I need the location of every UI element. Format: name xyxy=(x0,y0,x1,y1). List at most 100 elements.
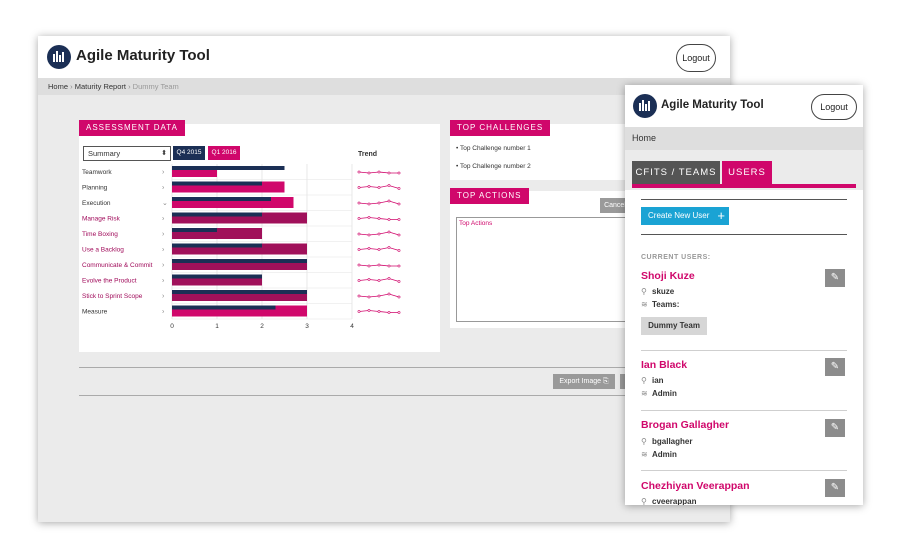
expand-chevron-icon[interactable]: › xyxy=(162,278,165,285)
trend-point xyxy=(367,264,371,268)
row-label[interactable]: Execution xyxy=(82,200,111,207)
bar-q4-2015 xyxy=(172,305,276,310)
row-label[interactable]: Time Boxing xyxy=(82,231,118,238)
expand-chevron-icon[interactable]: › xyxy=(162,231,165,238)
trend-point xyxy=(377,294,381,298)
row-label[interactable]: Evolve the Product xyxy=(82,278,137,285)
user-icon: ⚲ xyxy=(641,287,647,296)
expand-chevron-icon[interactable]: › xyxy=(162,293,165,300)
create-new-user-button[interactable]: Create New User + xyxy=(641,207,729,225)
trend-point xyxy=(397,311,401,314)
expand-chevron-icon[interactable]: › xyxy=(162,169,165,176)
user-role: ≋ Admin xyxy=(641,389,677,398)
bar-q4-2015 xyxy=(172,243,262,248)
row-label[interactable]: Communicate & Commit xyxy=(82,262,153,269)
trend-point xyxy=(397,202,401,206)
app-header: Agile Maturity Tool Logout xyxy=(38,36,730,78)
trend-point xyxy=(357,232,361,236)
trend-point xyxy=(367,295,371,299)
expand-chevron-icon[interactable]: › xyxy=(162,262,165,269)
top-actions-textarea[interactable]: Top Actions xyxy=(456,217,632,322)
trend-point xyxy=(367,233,371,237)
breadcrumb-report[interactable]: Maturity Report xyxy=(75,82,126,91)
trend-point xyxy=(397,295,401,299)
expand-chevron-icon[interactable]: › xyxy=(162,216,165,223)
logout-button[interactable]: Logout xyxy=(811,94,857,120)
trend-point xyxy=(367,309,371,312)
row-label[interactable]: Use a Backlog xyxy=(82,247,124,254)
user-login: ⚲ cveerappan xyxy=(641,497,697,505)
expand-chevron-icon[interactable]: ⌄ xyxy=(162,200,168,207)
trend-point xyxy=(357,186,361,189)
top-actions-text: Top Actions xyxy=(459,220,493,227)
divider xyxy=(79,367,719,368)
bar-q4-2015 xyxy=(172,228,217,232)
expand-chevron-icon[interactable]: › xyxy=(162,185,165,192)
user-name: Ian Black xyxy=(641,359,688,371)
trend-point xyxy=(397,218,401,221)
export-image-label: Export Image xyxy=(559,378,602,385)
expand-chevron-icon[interactable]: › xyxy=(162,247,165,254)
trend-point xyxy=(357,170,361,174)
team-badge[interactable]: Dummy Team xyxy=(641,317,707,335)
row-label[interactable]: Measure xyxy=(82,309,108,316)
user-name: Shoji Kuze xyxy=(641,270,695,282)
logout-button[interactable]: Logout xyxy=(676,44,716,72)
x-tick-label: 3 xyxy=(305,323,309,330)
trend-point xyxy=(397,280,401,283)
expand-chevron-icon[interactable]: › xyxy=(162,309,165,316)
trend-point xyxy=(387,264,391,268)
bar-q4-2015 xyxy=(172,197,271,201)
breadcrumb-home[interactable]: Home xyxy=(632,133,656,143)
export-image-button[interactable]: Export Image ⎘ xyxy=(553,374,615,389)
trend-point xyxy=(357,294,361,298)
row-label[interactable]: Planning xyxy=(82,185,108,192)
tab-cfits-teams[interactable]: CFITS / TEAMS xyxy=(632,161,720,184)
trend-point xyxy=(387,199,391,203)
app-title: Agile Maturity Tool xyxy=(76,47,210,64)
bar-q4-2015 xyxy=(172,274,262,279)
trend-point xyxy=(377,217,381,220)
export-icon: ⎘ xyxy=(602,378,609,385)
divider xyxy=(641,199,847,200)
bar-q4-2015 xyxy=(172,166,285,170)
assessment-chart: 0 1 2 3 4 Teamwork › Planning › Execution ⌄ Manage … xyxy=(82,164,401,330)
row-label[interactable]: Teamwork xyxy=(82,169,112,176)
layers-icon: ≋ xyxy=(641,389,648,398)
trend-point xyxy=(397,233,401,237)
current-users-label: CURRENT USERS: xyxy=(641,254,711,261)
bar-q4-2015 xyxy=(172,181,262,186)
tab-underline xyxy=(632,184,856,188)
trend-point xyxy=(387,230,391,234)
row-label[interactable]: Stick to Sprint Scope xyxy=(82,293,143,300)
trend-point xyxy=(377,170,381,174)
trend-point xyxy=(357,263,361,267)
row-label[interactable]: Manage Risk xyxy=(82,216,121,223)
tab-users[interactable]: USERS xyxy=(722,161,772,184)
top-actions-heading: TOP ACTIONS xyxy=(450,188,529,204)
user-icon: ⚲ xyxy=(641,437,647,446)
breadcrumb-home[interactable]: Home xyxy=(48,82,68,91)
user-icon: ⚲ xyxy=(641,497,647,505)
trend-point xyxy=(387,311,391,314)
trend-point xyxy=(387,246,391,249)
breadcrumb-separator: › xyxy=(70,82,73,91)
trend-point xyxy=(367,278,371,281)
user-role: ≋ Admin xyxy=(641,450,677,459)
trend-point xyxy=(397,264,401,268)
challenge-item: • Top Challenge number 2 xyxy=(456,163,531,170)
divider xyxy=(641,234,847,235)
trend-point xyxy=(387,184,391,187)
divider xyxy=(79,395,719,396)
x-tick-label: 2 xyxy=(260,323,264,330)
edit-user-button[interactable]: ✎ xyxy=(825,269,845,287)
edit-user-button[interactable]: ✎ xyxy=(825,358,845,376)
edit-user-button[interactable]: ✎ xyxy=(825,419,845,437)
trend-point xyxy=(367,171,371,175)
edit-user-button[interactable]: ✎ xyxy=(825,479,845,497)
divider xyxy=(641,410,847,411)
trend-point xyxy=(367,216,371,219)
users-window: Agile Maturity Tool Logout Home CFITS / … xyxy=(625,85,863,505)
top-challenges-heading: TOP CHALLENGES xyxy=(450,120,551,136)
trend-point xyxy=(377,186,381,189)
